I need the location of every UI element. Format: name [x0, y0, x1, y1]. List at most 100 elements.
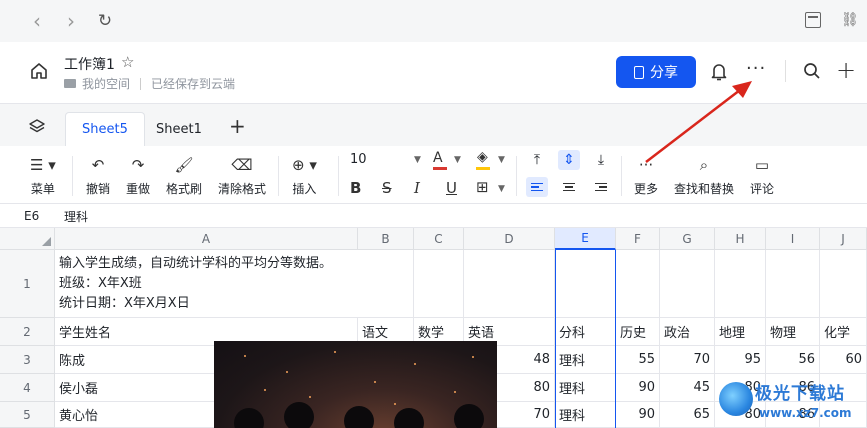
reload-icon[interactable]: ↻ [94, 10, 116, 32]
score-cell[interactable]: 70 [660, 346, 715, 374]
forward-icon[interactable]: › [60, 10, 82, 32]
document-title[interactable]: 工作簿1 [64, 54, 115, 74]
align-middle-icon[interactable]: ⇕ [558, 150, 580, 170]
share-button[interactable]: 分享 [616, 56, 696, 88]
layers-icon[interactable] [29, 119, 45, 135]
align-top-icon[interactable]: ⤒ [526, 150, 548, 170]
find-icon: ⌕ [699, 156, 709, 174]
grid-cell[interactable] [766, 250, 820, 318]
align-right-icon[interactable] [590, 177, 612, 197]
strikethrough-button[interactable]: S [382, 179, 392, 197]
grid-cell[interactable] [555, 250, 616, 318]
grid-cell[interactable] [715, 250, 766, 318]
track-cell[interactable]: 理科 [555, 346, 616, 374]
header-cell[interactable]: 化学 [820, 318, 867, 346]
star-icon[interactable]: ☆ [121, 53, 134, 71]
bold-button[interactable]: B [350, 179, 361, 197]
grid-cell[interactable] [464, 250, 555, 318]
row-header[interactable]: 3 [0, 346, 55, 374]
underline-button[interactable]: U [446, 179, 457, 197]
score-cell[interactable]: 56 [766, 346, 820, 374]
column-header[interactable]: B [358, 228, 414, 250]
column-header[interactable]: F [616, 228, 660, 250]
folder-icon [64, 79, 76, 88]
header-cell[interactable]: 分科 [555, 318, 616, 346]
search-icon[interactable] [803, 62, 821, 80]
column-header[interactable]: G [660, 228, 715, 250]
column-header[interactable]: J [820, 228, 867, 250]
chevron-down-icon[interactable]: ▼ [498, 184, 505, 194]
chevron-down-icon[interactable]: ▼ [498, 155, 505, 165]
sheet-tab-bar: Sheet5 Sheet1 + [0, 104, 867, 146]
comment-button[interactable]: ▭ 评论 [750, 154, 774, 197]
select-all-corner[interactable] [0, 228, 55, 250]
menu-icon: ☰ ▾ [30, 156, 56, 174]
track-cell[interactable]: 理科 [555, 402, 616, 428]
column-header[interactable]: D [464, 228, 555, 250]
score-cell[interactable]: 55 [616, 346, 660, 374]
border-icon[interactable]: ⊞ [476, 178, 489, 196]
score-cell[interactable]: 45 [660, 374, 715, 402]
score-cell[interactable]: 90 [616, 374, 660, 402]
grid-cell[interactable] [616, 250, 660, 318]
row-header[interactable]: 2 [0, 318, 55, 346]
redo-button[interactable]: ↷ 重做 [126, 154, 150, 197]
score-cell[interactable]: 95 [715, 346, 766, 374]
cell-text: 班级：X年X班 [59, 275, 142, 291]
align-bottom-icon[interactable]: ⤓ [590, 150, 612, 170]
cell-reference[interactable]: E6 [24, 209, 39, 223]
add-icon[interactable]: + [836, 56, 856, 84]
row-header[interactable]: 4 [0, 374, 55, 402]
header-cell[interactable]: 地理 [715, 318, 766, 346]
bell-icon[interactable] [710, 62, 728, 82]
divider [785, 60, 786, 82]
find-replace-button[interactable]: ⌕ 查找和替换 [674, 154, 734, 197]
title-cell[interactable]: 输入学生成绩，自动统计学科的平均分等数据。 班级：X年X班 统计日期：X年X月X… [55, 250, 358, 318]
column-header-selected[interactable]: E [555, 228, 616, 250]
row-header[interactable]: 5 [0, 402, 55, 428]
more-button[interactable]: ··· 更多 [634, 154, 658, 197]
score-cell[interactable]: 65 [660, 402, 715, 428]
more-options-icon[interactable]: ··· [746, 58, 766, 79]
formula-input[interactable]: 理科 [64, 208, 88, 225]
grid-cell[interactable] [414, 250, 464, 318]
column-header[interactable]: A [55, 228, 358, 250]
column-header[interactable]: H [715, 228, 766, 250]
undo-button[interactable]: ↶ 撤销 [86, 154, 110, 197]
fill-color-icon[interactable]: ◈ [477, 149, 488, 165]
font-size-select[interactable]: 10 [350, 152, 367, 167]
insert-button[interactable]: ⊕ ▾ 插入 [292, 154, 317, 197]
header-cell[interactable]: 历史 [616, 318, 660, 346]
track-cell[interactable]: 理科 [555, 374, 616, 402]
grid-cell[interactable] [660, 250, 715, 318]
divider [516, 156, 517, 196]
chevron-down-icon[interactable]: ▼ [414, 155, 421, 165]
home-icon[interactable] [30, 62, 48, 80]
window-icon[interactable] [805, 12, 821, 28]
align-center-icon[interactable] [558, 177, 580, 197]
score-cell[interactable]: 60 [820, 346, 867, 374]
header-cell[interactable]: 政治 [660, 318, 715, 346]
row-header[interactable]: 1 [0, 250, 55, 318]
italic-button[interactable]: I [414, 179, 420, 197]
align-left-icon[interactable] [526, 177, 548, 197]
format-painter-button[interactable]: 🖌 格式刷 [166, 154, 202, 197]
grid-cell[interactable] [358, 250, 414, 318]
share-icon [634, 65, 644, 79]
add-sheet-icon[interactable]: + [229, 114, 246, 138]
font-color-button[interactable]: A [433, 150, 443, 166]
column-header[interactable]: I [766, 228, 820, 250]
location-label[interactable]: 我的空间 [82, 75, 130, 92]
grid-cell[interactable] [820, 250, 867, 318]
tab-sheet5[interactable]: Sheet5 [65, 112, 145, 146]
back-icon[interactable]: ‹ [26, 10, 48, 32]
chevron-down-icon[interactable]: ▼ [454, 155, 461, 165]
header-cell[interactable]: 物理 [766, 318, 820, 346]
menu-button[interactable]: ☰ ▾ 菜单 [30, 154, 56, 197]
link-icon[interactable]: ⛓ [841, 12, 859, 28]
tab-sheet1[interactable]: Sheet1 [140, 112, 218, 146]
clear-format-button[interactable]: ⌫ 清除格式 [218, 154, 266, 197]
score-cell[interactable]: 90 [616, 402, 660, 428]
brush-icon: 🖌 [174, 156, 194, 174]
column-header[interactable]: C [414, 228, 464, 250]
